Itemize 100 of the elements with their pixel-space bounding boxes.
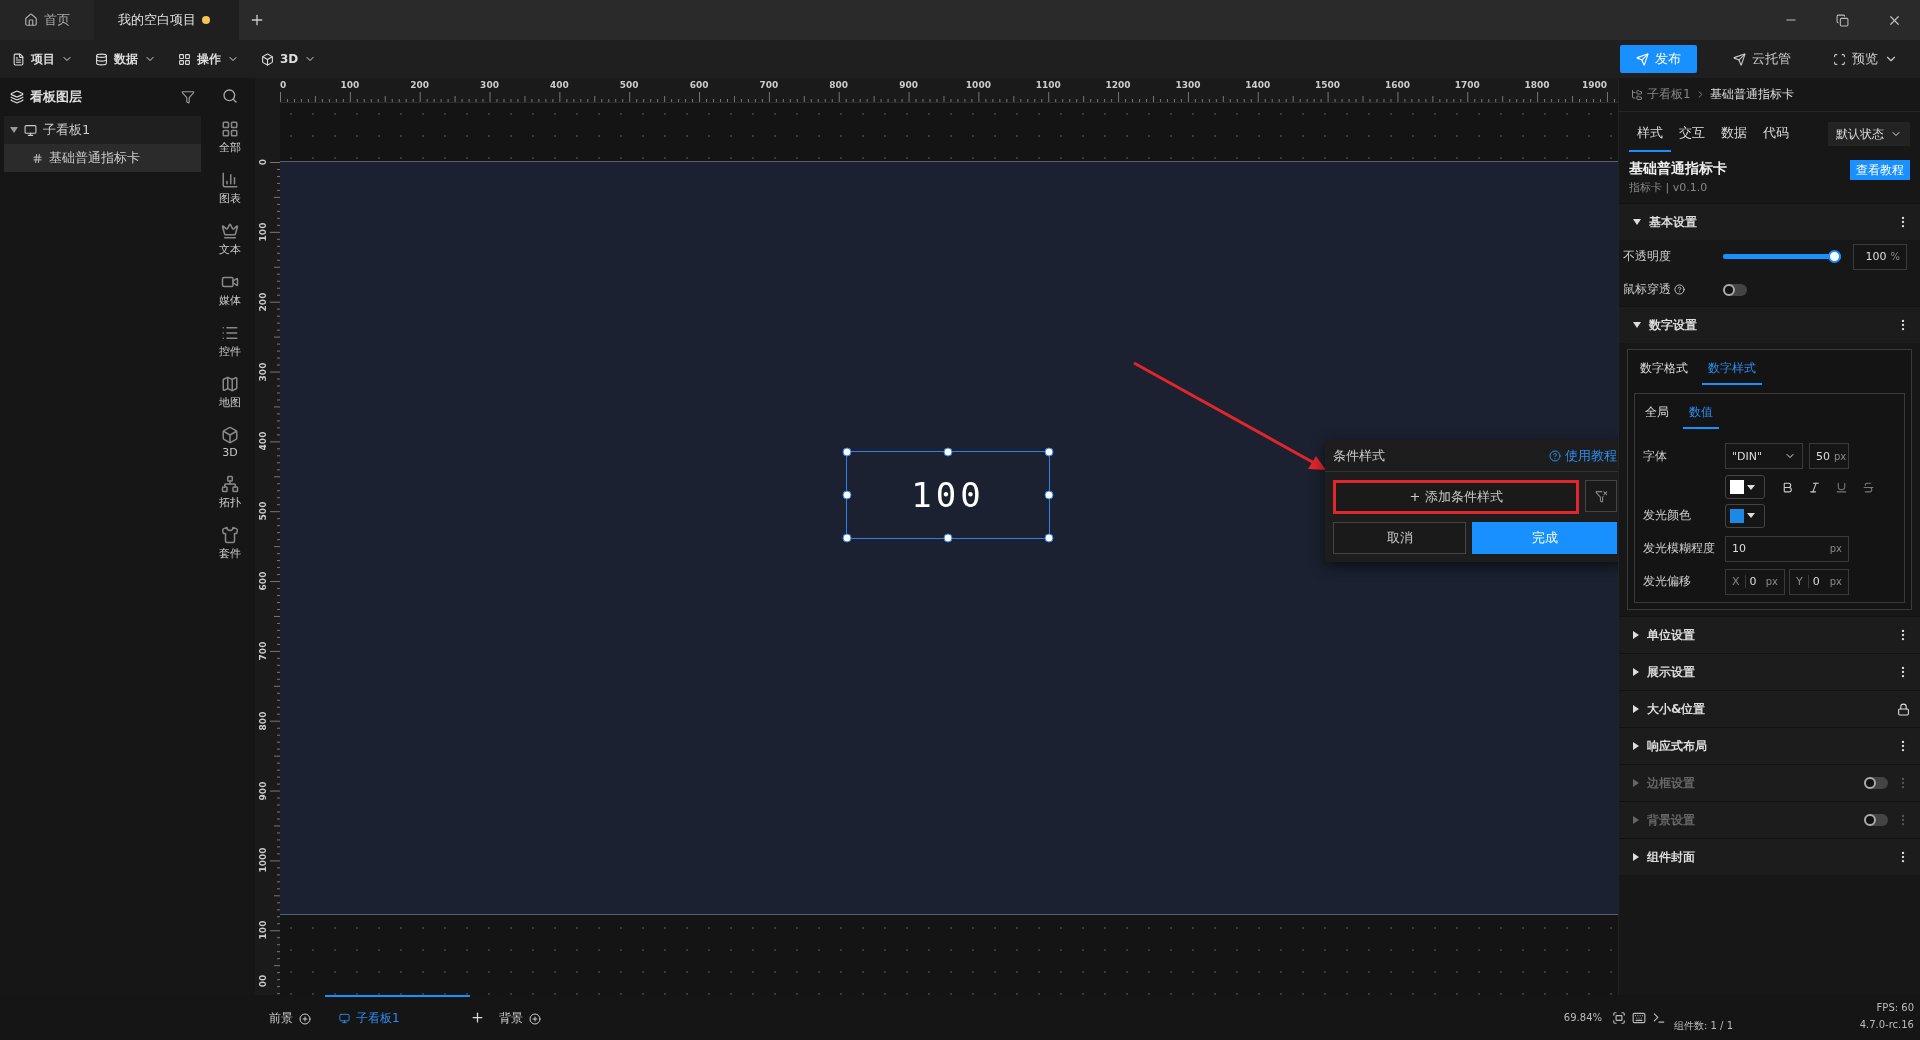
bar-chart-icon <box>221 171 239 189</box>
tutorial-link[interactable]: 使用教程 <box>1549 446 1617 465</box>
y-field[interactable]: Y 0 px <box>1789 568 1849 595</box>
ruler-label: 400 <box>549 80 569 90</box>
inspector-tab[interactable]: 交互 <box>1671 124 1713 152</box>
category-item[interactable]: 媒体 <box>219 273 241 308</box>
add-board-icon[interactable] <box>469 1010 485 1025</box>
layer-tab[interactable]: 前景 <box>255 995 325 1040</box>
settings-tab[interactable]: 数字样式 <box>1702 354 1762 385</box>
category-item[interactable]: 拓扑 <box>219 475 241 510</box>
crown-icon <box>221 222 239 240</box>
ruler-label: 1300 <box>1175 80 1201 90</box>
category-item[interactable]: 套件 <box>219 526 241 561</box>
database-icon <box>95 52 108 66</box>
field-label: 发光颜色 <box>1643 507 1692 524</box>
strikethrough-icon[interactable] <box>1862 480 1875 494</box>
ruler-label: 700 <box>258 641 268 661</box>
fit-icon[interactable] <box>1612 1010 1626 1025</box>
filter-button[interactable] <box>1585 480 1617 512</box>
resize-handle[interactable] <box>943 447 953 457</box>
italic-icon[interactable] <box>1808 480 1821 494</box>
panel-title: 看板图层 <box>30 88 83 106</box>
popup-title: 条件样式 <box>1333 446 1385 465</box>
ruler-label: 1700 <box>1454 80 1480 90</box>
add-condition-button[interactable]: + 添加条件样式 <box>1333 480 1579 514</box>
lock-icon[interactable] <box>1897 702 1910 716</box>
resize-handle[interactable] <box>842 533 852 543</box>
resize-handle[interactable] <box>1044 533 1054 543</box>
window-tab[interactable]: 我的空白项目 <box>94 0 239 40</box>
resize-handle[interactable] <box>1044 490 1054 500</box>
cloud-button[interactable]: 云托管 <box>1723 50 1801 68</box>
color-picker[interactable] <box>1725 475 1765 499</box>
inspector-tab[interactable]: 数据 <box>1713 124 1755 152</box>
component-count: 组件数: 1 / 1 <box>1674 1019 1733 1033</box>
terminal-icon[interactable] <box>1652 1010 1666 1025</box>
font-select[interactable]: "DIN" <box>1725 443 1803 469</box>
settings-tab[interactable]: 数字格式 <box>1634 354 1694 385</box>
keyboard-icon[interactable] <box>1632 1010 1646 1025</box>
menu-button[interactable]: 操作 <box>178 50 239 68</box>
underline-icon[interactable] <box>1835 480 1848 494</box>
section-header[interactable]: 单位设置 <box>1619 616 1920 653</box>
ruler-label: 0 <box>280 80 287 90</box>
settings-tab[interactable]: 数值 <box>1683 398 1719 429</box>
section-header[interactable]: 基本设置 <box>1619 203 1920 240</box>
bold-icon[interactable] <box>1781 480 1794 494</box>
resize-handle[interactable] <box>943 533 953 543</box>
category-item[interactable]: 3D <box>221 426 239 459</box>
ruler-label: 800 <box>829 80 849 90</box>
category-item[interactable]: 文本 <box>219 222 241 257</box>
toggle-switch[interactable] <box>1723 283 1747 296</box>
inspector-tab[interactable]: 代码 <box>1755 124 1797 152</box>
layer-tab[interactable]: 子看板1 <box>325 995 470 1040</box>
slider-thumb[interactable] <box>1828 250 1841 263</box>
ruler-label: 1600 <box>1384 80 1410 90</box>
number-field[interactable]: 100 % <box>1853 243 1907 270</box>
settings-tab[interactable]: 全局 <box>1639 398 1675 429</box>
category-item[interactable]: 全部 <box>219 120 241 155</box>
search-icon[interactable] <box>222 88 238 104</box>
filter-icon[interactable] <box>181 90 195 104</box>
state-select[interactable]: 默认状态 <box>1828 122 1910 146</box>
inspector-tab[interactable]: 样式 <box>1629 124 1671 152</box>
canvas[interactable]: 100 条件样式 使用教程 + 添加条件样式 取消 完成 <box>280 103 1618 995</box>
section-header[interactable]: 组件封面 <box>1619 838 1920 875</box>
category-item[interactable]: 图表 <box>219 171 241 206</box>
category-item[interactable]: 控件 <box>219 324 241 359</box>
cancel-button[interactable]: 取消 <box>1333 522 1466 554</box>
layer-tab[interactable]: 背景 <box>484 995 555 1040</box>
menu-button[interactable]: 项目 <box>12 50 73 68</box>
section-header[interactable]: 展示设置 <box>1619 653 1920 690</box>
menu-button[interactable]: 3D <box>261 52 317 66</box>
caret-icon[interactable] <box>10 127 18 133</box>
size-field[interactable]: 50 px <box>1809 443 1849 469</box>
ruler-label: 200 <box>410 80 430 90</box>
x-field[interactable]: X 0 px <box>1725 568 1785 595</box>
section-header[interactable]: 响应式布局 <box>1619 727 1920 764</box>
unsaved-dot <box>202 16 210 24</box>
layer-label: 子看板1 <box>43 121 91 139</box>
section-header[interactable]: 大小&位置 <box>1619 690 1920 727</box>
color-picker[interactable] <box>1725 503 1765 528</box>
help-icon[interactable] <box>1674 284 1685 295</box>
menu-button[interactable]: 数据 <box>95 50 156 68</box>
breadcrumb-item[interactable]: 子看板1 <box>1647 86 1691 103</box>
restore-icon[interactable] <box>1836 13 1849 27</box>
resize-handle[interactable] <box>1044 447 1054 457</box>
add-icon <box>299 1012 311 1025</box>
ruler-label: 100 <box>258 920 268 940</box>
resize-handle[interactable] <box>842 490 852 500</box>
category-item[interactable]: 地图 <box>219 375 241 410</box>
add-icon <box>528 1012 541 1025</box>
layer-item[interactable]: 子看板1 <box>4 116 201 144</box>
number-field[interactable]: 10 px <box>1725 535 1849 562</box>
layer-item[interactable]: 基础普通指标卡 <box>4 144 201 172</box>
window-tab[interactable]: 首页 <box>0 0 94 40</box>
cube-icon <box>261 52 274 66</box>
resize-handle[interactable] <box>842 447 852 457</box>
section-header[interactable]: 数字设置 <box>1619 306 1920 343</box>
breadcrumb-item[interactable]: 基础普通指标卡 <box>1709 86 1794 103</box>
filter-icon <box>1594 489 1608 503</box>
preview-button[interactable]: 预览 <box>1823 50 1908 68</box>
layers-icon <box>10 90 24 104</box>
